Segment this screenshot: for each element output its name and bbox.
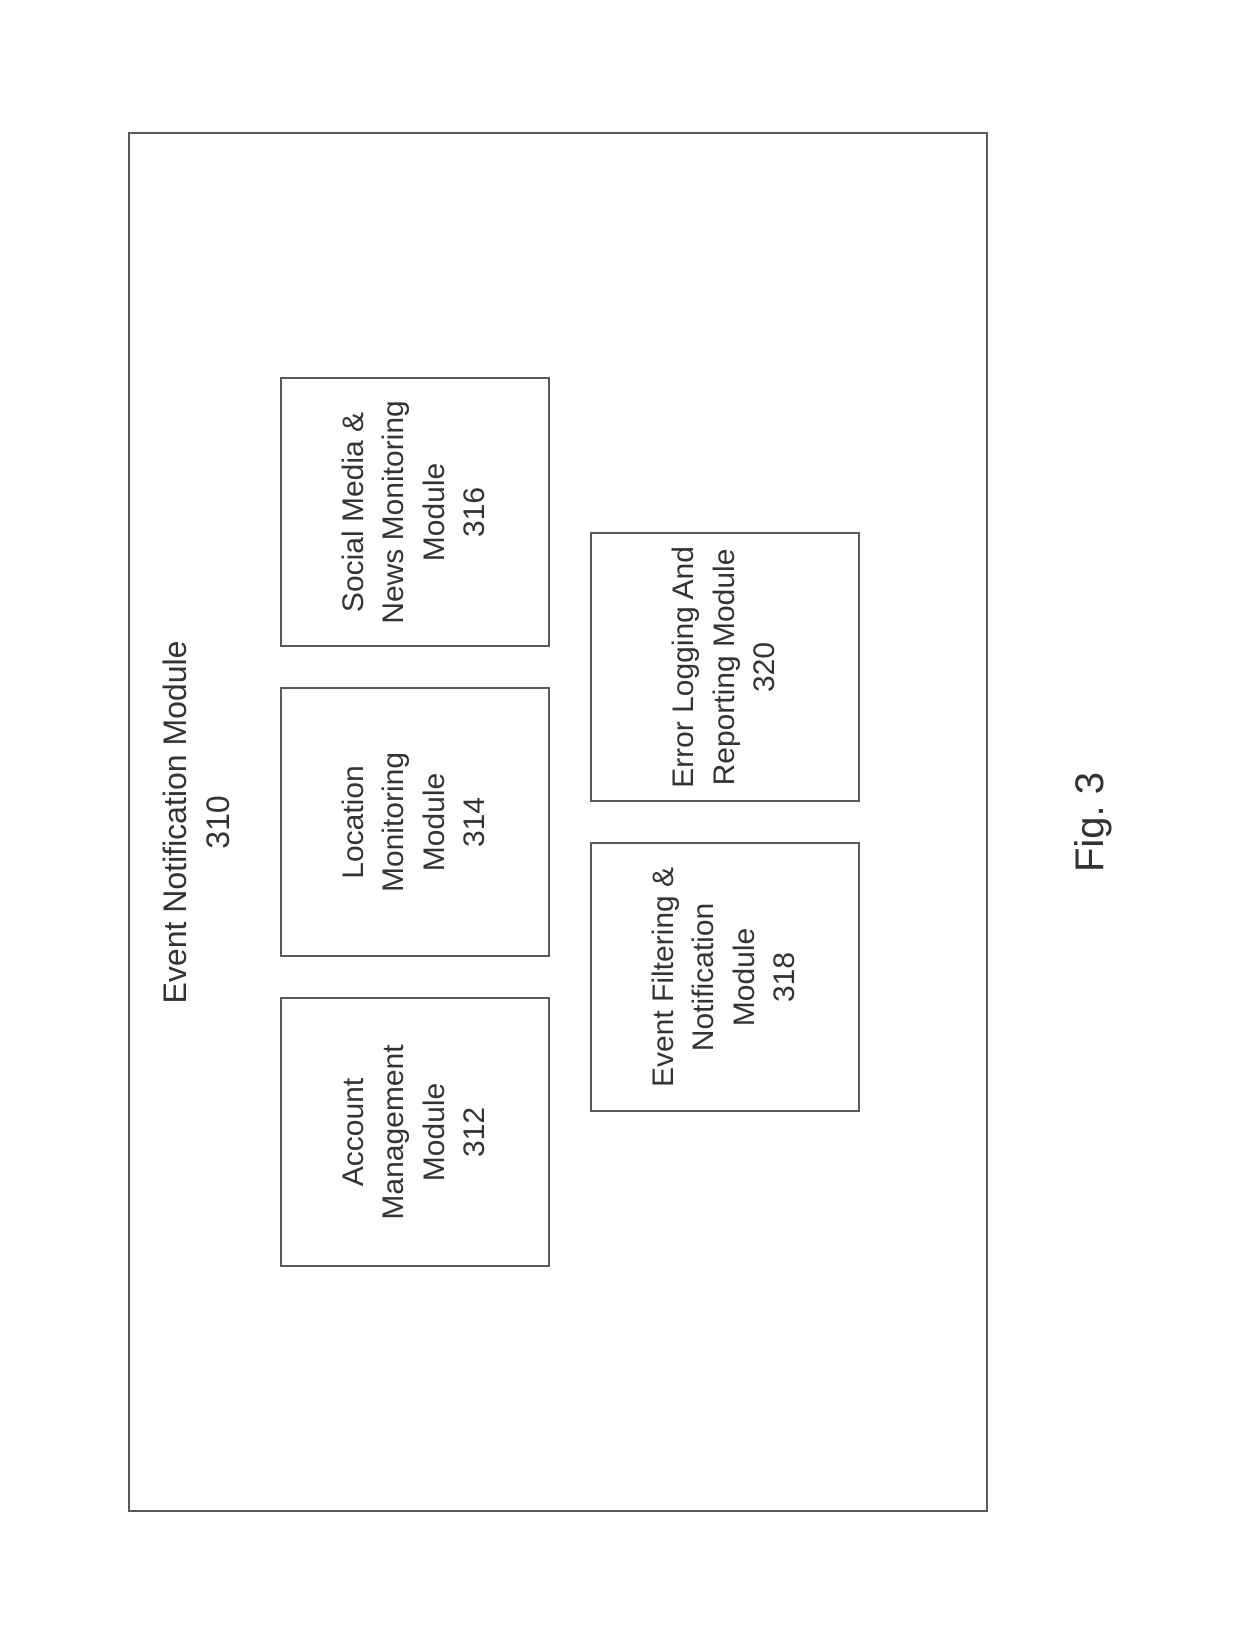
event-filtering-notification-module-box: Event Filtering & Notification Module 31…	[590, 842, 860, 1112]
outer-title-line2: 310	[200, 795, 236, 848]
account-management-label: Account Management Module 312	[334, 1044, 496, 1219]
outer-title-line1: Event Notification Module	[157, 641, 193, 1004]
location-monitoring-label: Location Monitoring Module 314	[334, 701, 496, 943]
outer-box-title: Event Notification Module 310	[154, 641, 240, 1004]
error-logging-label: Error Logging And Reporting Module 320	[664, 546, 786, 788]
rotated-stage: Event Notification Module 310 Account Ma…	[70, 72, 1170, 1572]
event-notification-module-box: Event Notification Module 310 Account Ma…	[128, 132, 988, 1512]
figure-label: Fig. 3	[1068, 772, 1113, 872]
social-media-news-monitoring-module-box: Social Media & News Monitoring Module 31…	[280, 377, 550, 647]
location-monitoring-module-box: Location Monitoring Module 314	[280, 687, 550, 957]
module-row-2: Event Filtering & Notification Module 31…	[590, 532, 860, 1112]
event-filtering-label: Event Filtering & Notification Module 31…	[644, 867, 806, 1087]
error-logging-reporting-module-box: Error Logging And Reporting Module 320	[590, 532, 860, 802]
module-row-1: Account Management Module 312 Location M…	[280, 377, 550, 1267]
account-management-module-box: Account Management Module 312	[280, 997, 550, 1267]
social-media-news-label: Social Media & News Monitoring Module 31…	[334, 400, 496, 623]
